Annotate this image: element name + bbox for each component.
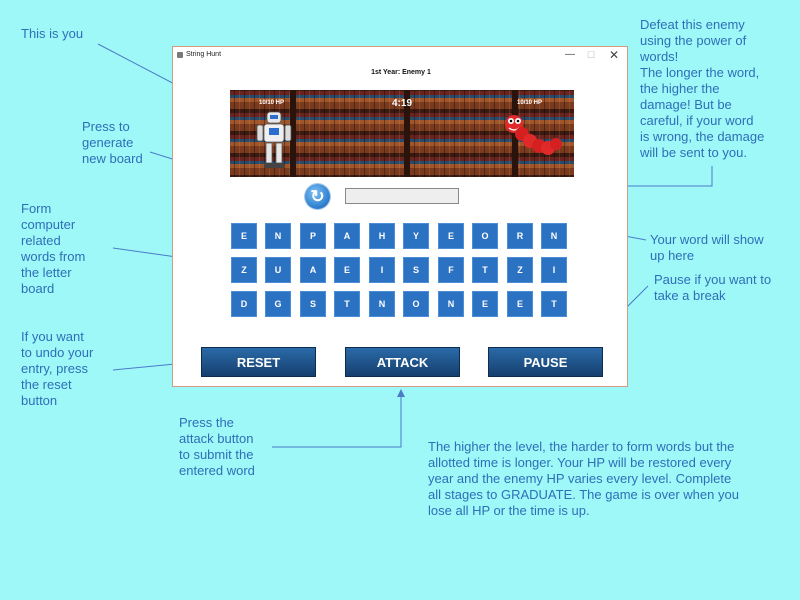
pause-button[interactable]: PAUSE (488, 347, 603, 377)
title-bar: String Hunt — ☐ ✕ (173, 47, 627, 64)
letter-tile[interactable]: I (369, 257, 395, 283)
robot-player-icon (256, 111, 292, 168)
letter-tile[interactable]: R (507, 223, 533, 249)
letter-tile[interactable]: E (334, 257, 360, 283)
letter-tile[interactable]: T (541, 291, 567, 317)
maximize-button[interactable]: ☐ (581, 48, 601, 62)
letter-tile[interactable]: U (265, 257, 291, 283)
annotation-form-words: Form computer related words from the let… (21, 201, 86, 296)
annotation-reset: If you want to undo your entry, press th… (21, 329, 94, 408)
close-button[interactable]: ✕ (604, 48, 624, 62)
letter-tile[interactable]: G (265, 291, 291, 317)
letter-tile[interactable]: P (300, 223, 326, 249)
letter-tile[interactable]: E (472, 291, 498, 317)
letter-tile[interactable]: N (541, 223, 567, 249)
letter-tile[interactable]: Z (507, 257, 533, 283)
letter-tile[interactable]: Z (231, 257, 257, 283)
refresh-board-button[interactable]: ↻ (305, 184, 330, 209)
stage-title: 1st Year: Enemy 1 (371, 69, 431, 76)
letter-tile[interactable]: T (472, 257, 498, 283)
letter-tile[interactable]: N (438, 291, 464, 317)
letter-tile[interactable]: O (403, 291, 429, 317)
letter-tile[interactable]: H (369, 223, 395, 249)
app-icon (177, 52, 183, 58)
enemy-hp: 10/10 HP (517, 100, 543, 106)
worm-enemy-icon (505, 115, 562, 155)
letter-tile[interactable]: T (334, 291, 360, 317)
word-display (345, 188, 459, 204)
annotation-attack: Press the attack button to submit the en… (179, 415, 255, 478)
letter-tile[interactable]: I (541, 257, 567, 283)
minimize-button[interactable]: — (560, 48, 580, 62)
letter-tile[interactable]: Y (403, 223, 429, 249)
letter-tile[interactable]: A (300, 257, 326, 283)
letter-tile[interactable]: S (403, 257, 429, 283)
letter-tile[interactable]: S (300, 291, 326, 317)
annotation-levels: The higher the level, the harder to form… (428, 439, 739, 518)
annotation-you: This is you (21, 26, 84, 41)
annotation-refresh: Press to generate new board (82, 119, 143, 166)
attack-button[interactable]: ATTACK (345, 347, 460, 377)
annotation-pause: Pause if you want to take a break (654, 272, 772, 303)
letter-tile[interactable]: D (231, 291, 257, 317)
window-title: String Hunt (186, 51, 222, 58)
reset-button[interactable]: RESET (201, 347, 316, 377)
annotation-enemy: Defeat this enemy using the power of wor… (640, 17, 765, 160)
game-window: String Hunt — ☐ ✕ 1st Year: Enemy 1 10/1… (172, 46, 628, 387)
letter-tile[interactable]: O (472, 223, 498, 249)
letter-tile[interactable]: A (334, 223, 360, 249)
letter-tile[interactable]: E (438, 223, 464, 249)
letter-tile[interactable]: E (231, 223, 257, 249)
letter-tile[interactable]: E (507, 291, 533, 317)
letter-tile[interactable]: N (265, 223, 291, 249)
refresh-icon: ↻ (310, 187, 325, 206)
letter-tile[interactable]: F (438, 257, 464, 283)
annotation-word-display: Your word will show up here (650, 232, 764, 263)
battle-scene: 10/10 HP 4:19 10/10 HP (230, 90, 574, 177)
arrow-attack (272, 389, 405, 448)
letter-tile[interactable]: N (369, 291, 395, 317)
